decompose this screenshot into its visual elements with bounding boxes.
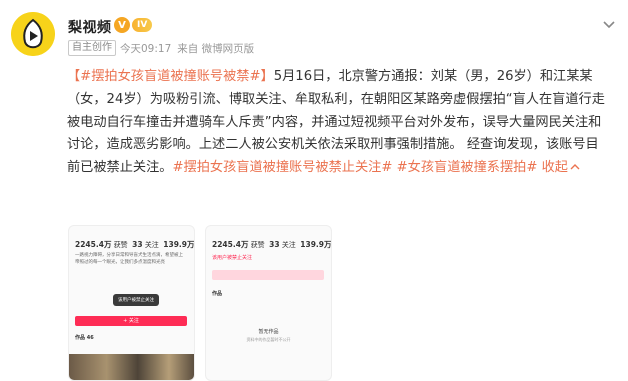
post-source: 来自 微博网页版 bbox=[177, 42, 255, 55]
post-image-2[interactable]: 2245.4万 获赞 33 关注 139.9万 粉丝 该用户被禁止关注 作品 暂… bbox=[205, 225, 332, 381]
account-name[interactable]: 梨视频 bbox=[68, 17, 112, 37]
collapse-label: 收起 bbox=[541, 160, 568, 176]
hashtag-link[interactable]: #摆拍女孩盲道被撞账号被禁止关注# bbox=[173, 160, 393, 175]
empty-works-subtitle: 资料中的作品暂时不公开 bbox=[246, 337, 291, 342]
collapse-button[interactable]: 收起 bbox=[542, 160, 580, 175]
empty-works-title: 暂无作品 bbox=[258, 329, 279, 335]
blocked-tooltip: 该用户被禁止关注 bbox=[113, 294, 159, 306]
pear-logo-icon bbox=[11, 12, 55, 56]
post-meta: 自主创作 今天09:17 来自 微博网页版 bbox=[68, 40, 254, 56]
hashtag-link[interactable]: #女孩盲道被撞系摆拍# bbox=[397, 160, 538, 175]
original-content-tag: 自主创作 bbox=[68, 40, 116, 56]
verified-v-icon: V bbox=[114, 17, 130, 33]
chevron-up-icon bbox=[570, 164, 580, 170]
post-body: 【#摆拍女孩盲道被撞账号被禁#】5月16日，北京警方通报：刘某（男，26岁）和江… bbox=[67, 66, 611, 180]
disabled-follow-button bbox=[212, 270, 324, 280]
profile-stats: 2245.4万 获赞 33 关注 139.9万 粉丝 bbox=[75, 240, 195, 249]
account-avatar[interactable] bbox=[11, 12, 55, 56]
chevron-down-icon[interactable] bbox=[601, 16, 617, 32]
post-time[interactable]: 今天09:17 bbox=[120, 41, 171, 56]
level-badge: IV bbox=[132, 18, 153, 32]
profile-stats: 2245.4万 获赞 33 关注 139.9万 粉丝 bbox=[212, 240, 332, 249]
hashtag-link[interactable]: 【#摆拍女孩盲道被撞账号被禁#】 bbox=[67, 69, 274, 84]
follow-button: + 关注 bbox=[75, 316, 187, 326]
post-image-1[interactable]: 2245.4万 获赞 33 关注 139.9万 粉丝 一路视力障碍，分享日常和导… bbox=[68, 225, 195, 381]
blocked-notice: 该用户被禁止关注 bbox=[212, 255, 253, 261]
verification-badges: V IV bbox=[114, 17, 153, 33]
works-tab: 作品 bbox=[212, 291, 223, 297]
profile-bio: 一路视力障碍，分享日常和导盲犬生活点滴，希望被上帝照过的每一个眼光，让我们多点温… bbox=[75, 253, 183, 265]
works-tab: 作品 46 bbox=[75, 335, 94, 341]
video-grid-preview bbox=[69, 354, 194, 380]
